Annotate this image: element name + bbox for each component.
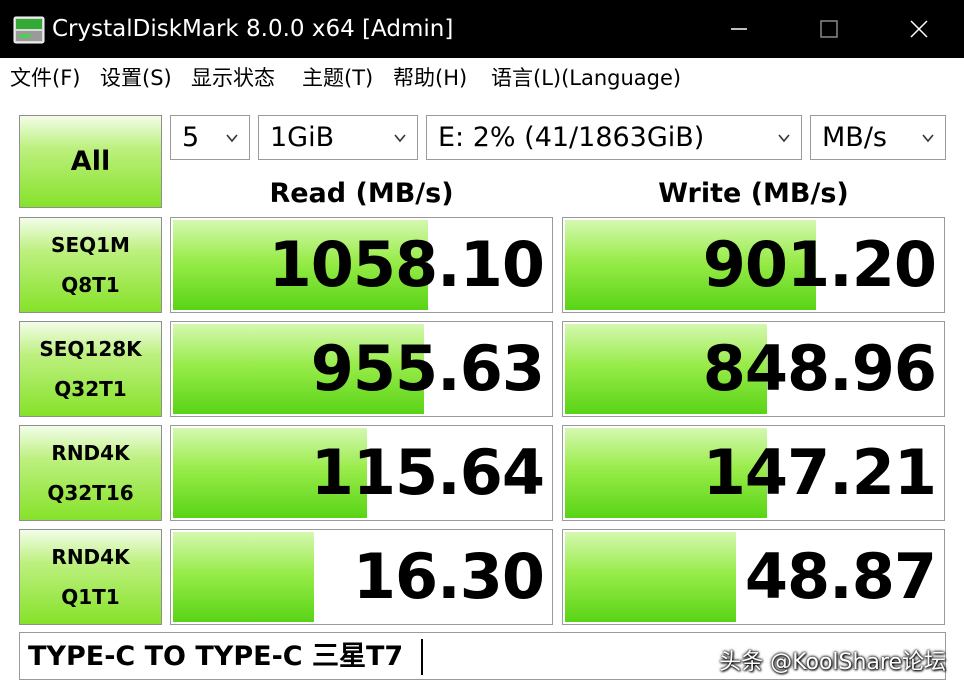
menu-settings[interactable]: 设置(S) <box>100 63 172 93</box>
write-result-rnd4k-q1t1: 48.87 <box>562 529 945 625</box>
test-params: Q1T1 <box>61 585 120 609</box>
test-size-value: 1GiB <box>270 122 335 153</box>
menu-bar: 文件(F) 设置(S) 显示状态 主题(T) 帮助(H) 语言(L)(Langu… <box>0 58 964 99</box>
test-button-rnd4k-q32t16[interactable]: RND4K Q32T16 <box>19 425 162 521</box>
window-title: CrystalDiskMark 8.0.0 x64 [Admin] <box>52 16 454 42</box>
write-result-bar <box>565 532 737 622</box>
test-name: RND4K <box>51 545 130 569</box>
read-result-rnd4k-q32t16: 115.64 <box>170 425 553 521</box>
test-count-select[interactable]: 5 <box>170 115 250 160</box>
minimize-button[interactable] <box>694 0 784 58</box>
test-name: SEQ1M <box>51 233 130 257</box>
write-result-rnd4k-q32t16: 147.21 <box>562 425 945 521</box>
read-result-bar <box>173 532 314 622</box>
menu-help[interactable]: 帮助(H) <box>393 63 467 93</box>
close-button[interactable] <box>874 0 964 58</box>
menu-language[interactable]: 语言(L)(Language) <box>491 63 681 93</box>
test-button-seq128k-q32t1[interactable]: SEQ128K Q32T1 <box>19 321 162 417</box>
close-icon <box>910 20 928 38</box>
watermark: 头条 @KoolShare论坛 <box>719 650 946 675</box>
text-caret <box>421 639 423 675</box>
test-button-seq1m-q8t1[interactable]: SEQ1M Q8T1 <box>19 217 162 313</box>
drive-value: E: 2% (41/1863GiB) <box>438 122 705 153</box>
write-result-value: 901.20 <box>702 228 937 301</box>
test-count-value: 5 <box>182 122 200 153</box>
test-button-rnd4k-q1t1[interactable]: RND4K Q1T1 <box>19 529 162 625</box>
write-result-value: 147.21 <box>702 436 937 509</box>
maximize-icon <box>820 20 838 38</box>
title-bar[interactable]: CrystalDiskMark 8.0.0 x64 [Admin] <box>0 0 964 58</box>
menu-file[interactable]: 文件(F) <box>10 63 80 93</box>
read-result-value: 955.63 <box>310 332 545 405</box>
comment-text: TYPE-C TO TYPE-C 三星T7 <box>28 641 404 672</box>
menu-theme[interactable]: 主题(T) <box>302 63 373 93</box>
menu-view-status[interactable]: 显示状态 <box>191 63 275 93</box>
read-column-header: Read (MB/s) <box>269 178 454 209</box>
read-result-value: 1058.10 <box>268 228 545 301</box>
disk-icon <box>13 16 45 44</box>
run-all-button[interactable]: All <box>19 115 162 208</box>
write-result-value: 848.96 <box>702 332 937 405</box>
write-result-seq128k: 848.96 <box>562 321 945 417</box>
read-result-value: 16.30 <box>352 540 545 613</box>
maximize-button[interactable] <box>784 0 874 58</box>
chevron-down-icon <box>226 134 238 143</box>
read-result-rnd4k-q1t1: 16.30 <box>170 529 553 625</box>
read-result-value: 115.64 <box>310 436 545 509</box>
read-result-seq1m: 1058.10 <box>170 217 553 313</box>
minimize-icon <box>731 28 747 30</box>
test-params: Q32T1 <box>54 377 127 401</box>
test-size-select[interactable]: 1GiB <box>258 115 418 160</box>
unit-select[interactable]: MB/s <box>810 115 946 160</box>
test-name: SEQ128K <box>39 337 142 361</box>
chevron-down-icon <box>922 134 934 143</box>
test-params: Q32T16 <box>47 481 134 505</box>
read-result-seq128k: 955.63 <box>170 321 553 417</box>
write-result-value: 48.87 <box>744 540 937 613</box>
test-params: Q8T1 <box>61 273 120 297</box>
unit-value: MB/s <box>822 122 887 153</box>
drive-select[interactable]: E: 2% (41/1863GiB) <box>426 115 802 160</box>
write-result-seq1m: 901.20 <box>562 217 945 313</box>
chevron-down-icon <box>778 134 790 143</box>
run-all-label: All <box>70 146 111 177</box>
write-column-header: Write (MB/s) <box>658 178 849 209</box>
chevron-down-icon <box>394 134 406 143</box>
test-name: RND4K <box>51 441 130 465</box>
